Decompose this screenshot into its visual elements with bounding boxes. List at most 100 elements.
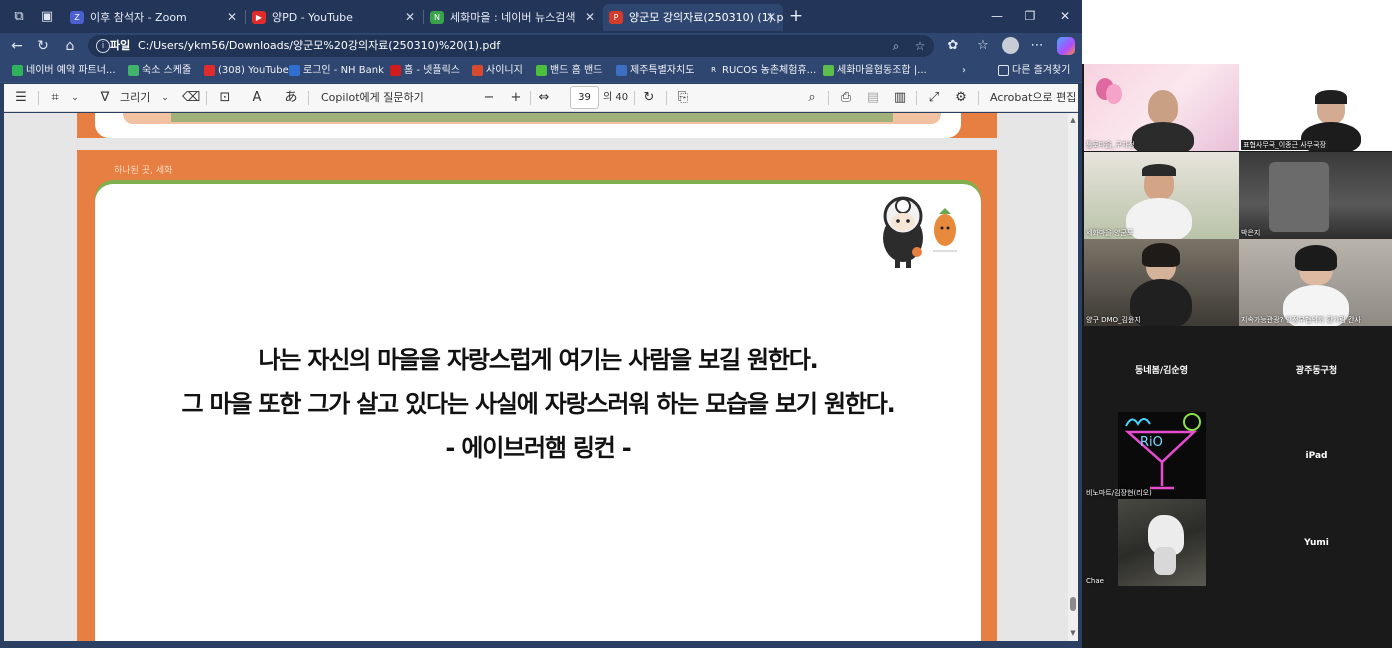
participant-name: 광주동구청 xyxy=(1295,366,1338,376)
search-icon[interactable]: ⌕ xyxy=(803,89,821,107)
restore-icon[interactable]: ❐ xyxy=(1022,8,1038,24)
fit-page-icon[interactable]: ⇔ xyxy=(535,89,553,107)
bookmark-item[interactable]: R RUCOS 농촌체험휴... xyxy=(708,59,816,83)
bookmark-item[interactable]: 제주특별자치도 xyxy=(616,59,694,83)
participant-tile[interactable]: Yumi xyxy=(1239,499,1392,586)
tab-label: 이후 참석자 - Zoom xyxy=(90,11,187,24)
bookmark-item[interactable]: (308) YouTube xyxy=(204,59,289,83)
quote-text: 나는 자신의 마을을 자랑스럽게 여기는 사람을 보길 원한다. 그 마을 또한… xyxy=(95,338,981,470)
url-scheme: 파일 xyxy=(110,39,131,52)
save-as-icon[interactable]: ▥ xyxy=(891,89,909,107)
profile-avatar[interactable] xyxy=(1002,37,1019,54)
settings-gear-icon[interactable]: ⚙ xyxy=(952,89,970,107)
bookmark-favicon-icon: R xyxy=(708,65,719,76)
other-favorites[interactable]: 다른 즐겨찾기 xyxy=(998,59,1070,83)
tab-naver-news[interactable]: N 세화마을 : 네이버 뉴스검색 ✕ xyxy=(424,4,602,31)
address-bar[interactable]: i 파일 C:/Users/ykm56/Downloads/양군모%20강의자료… xyxy=(88,35,934,57)
bookmarks-bar: 네이버 예약 파트너... 숙소 스케줄 (308) YouTube 로그인 -… xyxy=(0,59,1082,83)
scroll-down-icon[interactable]: ▼ xyxy=(1068,628,1078,638)
translate-icon[interactable]: あ xyxy=(282,89,300,107)
rotate-icon[interactable]: ↻ xyxy=(640,89,658,107)
bookmark-item[interactable]: 홈 - 넷플릭스 xyxy=(390,59,460,83)
favorite-star-icon[interactable]: ☆ xyxy=(912,38,928,54)
page-tag: 하나된 곳, 세화 xyxy=(114,166,173,176)
draw-icon[interactable]: ∇ xyxy=(96,89,114,107)
scrollbar[interactable]: ▲ ▼ xyxy=(1068,113,1078,641)
participant-video xyxy=(1269,162,1329,232)
bookmark-item[interactable]: 로그인 - NH Bank xyxy=(289,59,384,83)
home-icon[interactable]: ⌂ xyxy=(61,37,79,55)
close-tab-icon[interactable]: ✕ xyxy=(224,4,240,31)
tab-bar: ⧉ ▣ Z 이후 참석자 - Zoom ✕ ▶ 양PD - YouTube ✕ … xyxy=(0,0,1082,33)
back-icon[interactable]: ← xyxy=(8,37,26,55)
chevron-down-icon[interactable]: ⌄ xyxy=(66,89,84,107)
draw-button[interactable]: 그리기 xyxy=(120,89,150,107)
copilot-ask-button[interactable]: Copilot에게 질문하기 xyxy=(321,89,424,107)
tab-zoom[interactable]: Z 이후 참석자 - Zoom ✕ xyxy=(64,4,244,31)
close-window-icon[interactable]: ✕ xyxy=(1057,8,1073,24)
minimize-icon[interactable]: — xyxy=(989,8,1005,24)
workspaces-icon[interactable]: ⧉ xyxy=(10,8,28,26)
participant-tile[interactable]: iPad xyxy=(1239,412,1392,499)
participant-name: 표협사무국_이종근 사무국장 xyxy=(1241,140,1329,150)
participant-tile[interactable]: Chae xyxy=(1084,499,1239,586)
highlight-icon[interactable]: ⌗ xyxy=(46,89,64,107)
zoom-out-icon[interactable]: − xyxy=(480,89,498,107)
participant-tile[interactable]: 세화마을 양군모 xyxy=(1084,152,1239,239)
participant-tile[interactable]: 표협사무국_이종근 사무국장 xyxy=(1239,64,1392,151)
bookmark-item[interactable]: 세화마을협동조합 |... xyxy=(823,59,927,83)
tab-youtube[interactable]: ▶ 양PD - YouTube ✕ xyxy=(246,4,422,31)
favorites-icon[interactable]: ☆ xyxy=(974,37,992,55)
zoom-search-icon[interactable]: ⌕ xyxy=(888,38,904,54)
acrobat-edit-button[interactable]: Acrobat으로 편집 xyxy=(990,89,1076,107)
text-box-icon[interactable]: ⊡ xyxy=(216,89,234,107)
band-icon xyxy=(536,65,547,76)
participant-tile[interactable]: 동네봄/김순영 xyxy=(1084,326,1239,413)
fullscreen-icon[interactable]: ⤢ xyxy=(925,89,943,107)
quote-line: 나는 자신의 마을을 자랑스럽게 여기는 사람을 보길 원한다. xyxy=(258,346,818,374)
page-number-input[interactable]: 39 xyxy=(570,86,599,109)
bookmark-item[interactable]: 네이버 예약 파트너... xyxy=(12,59,116,83)
bookmark-item[interactable]: 밴드 홈 밴드 xyxy=(536,59,602,83)
participant-tile[interactable]: 톨토마을_구자정 xyxy=(1084,64,1239,151)
more-icon[interactable]: ⋯ xyxy=(1028,37,1046,55)
bookmark-item[interactable]: 숙소 스케줄 xyxy=(128,59,191,83)
page-total: 의 40 xyxy=(603,92,629,103)
close-tab-icon[interactable]: ✕ xyxy=(763,4,779,31)
netflix-icon xyxy=(390,65,401,76)
chevron-down-icon[interactable]: ⌄ xyxy=(156,89,174,107)
scroll-up-icon[interactable]: ▲ xyxy=(1068,115,1078,125)
save-icon[interactable]: ▤ xyxy=(864,89,882,107)
print-icon[interactable]: ⎙ xyxy=(837,89,855,107)
copilot-icon[interactable] xyxy=(1057,37,1075,55)
pdf-viewport[interactable]: 하나된 곳, 세화 나는 자신의 마을을 자랑스럽게 여기는 사람을 보길 원한… xyxy=(4,113,1078,641)
scrollbar-thumb[interactable] xyxy=(1070,597,1076,611)
quote-author: - 에이브러햄 링컨 - xyxy=(445,434,631,462)
refresh-icon[interactable]: ↻ xyxy=(34,37,52,55)
eraser-icon[interactable]: ⌫ xyxy=(182,89,200,107)
new-tab-button[interactable]: + xyxy=(786,6,806,26)
participant-video xyxy=(1148,90,1178,124)
zoom-in-icon[interactable]: + xyxy=(507,89,525,107)
participant-tile[interactable]: 박은지 xyxy=(1239,152,1392,239)
tab-actions-icon[interactable]: ▣ xyxy=(38,8,56,26)
tab-pdf[interactable]: P 양군모 강의자료(250310) (1).pdf ✕ xyxy=(603,4,783,31)
url-text[interactable]: C:/Users/ykm56/Downloads/양군모%20강의자료(2503… xyxy=(138,35,500,57)
close-tab-icon[interactable]: ✕ xyxy=(582,4,598,31)
read-aloud-icon[interactable]: A xyxy=(248,89,266,107)
page-view-icon[interactable]: ⎘ xyxy=(674,89,692,107)
participant-tile[interactable]: 광주동구청 xyxy=(1239,326,1392,413)
participant-tile[interactable]: RiO 비노마트/김장현(리오) xyxy=(1084,412,1239,499)
bookmark-item[interactable]: 사이니지 xyxy=(472,59,523,83)
bookmark-favicon-icon xyxy=(616,65,627,76)
close-tab-icon[interactable]: ✕ xyxy=(402,4,418,31)
participant-tile[interactable]: 지속가능관광? 방정부협의회 황가람 간사 xyxy=(1239,239,1392,326)
participant-name: iPad xyxy=(1305,450,1328,461)
previous-page xyxy=(77,113,997,138)
tab-label: 양군모 강의자료(250310) (1).pdf xyxy=(629,11,783,24)
extensions-icon[interactable]: ✿ xyxy=(944,37,962,55)
info-icon[interactable]: i xyxy=(96,39,110,53)
participant-tile[interactable]: 양구 DMO_김윤지 xyxy=(1084,239,1239,326)
bookmarks-overflow-icon[interactable]: › xyxy=(962,59,966,83)
contents-icon[interactable]: ☰ xyxy=(12,89,30,107)
